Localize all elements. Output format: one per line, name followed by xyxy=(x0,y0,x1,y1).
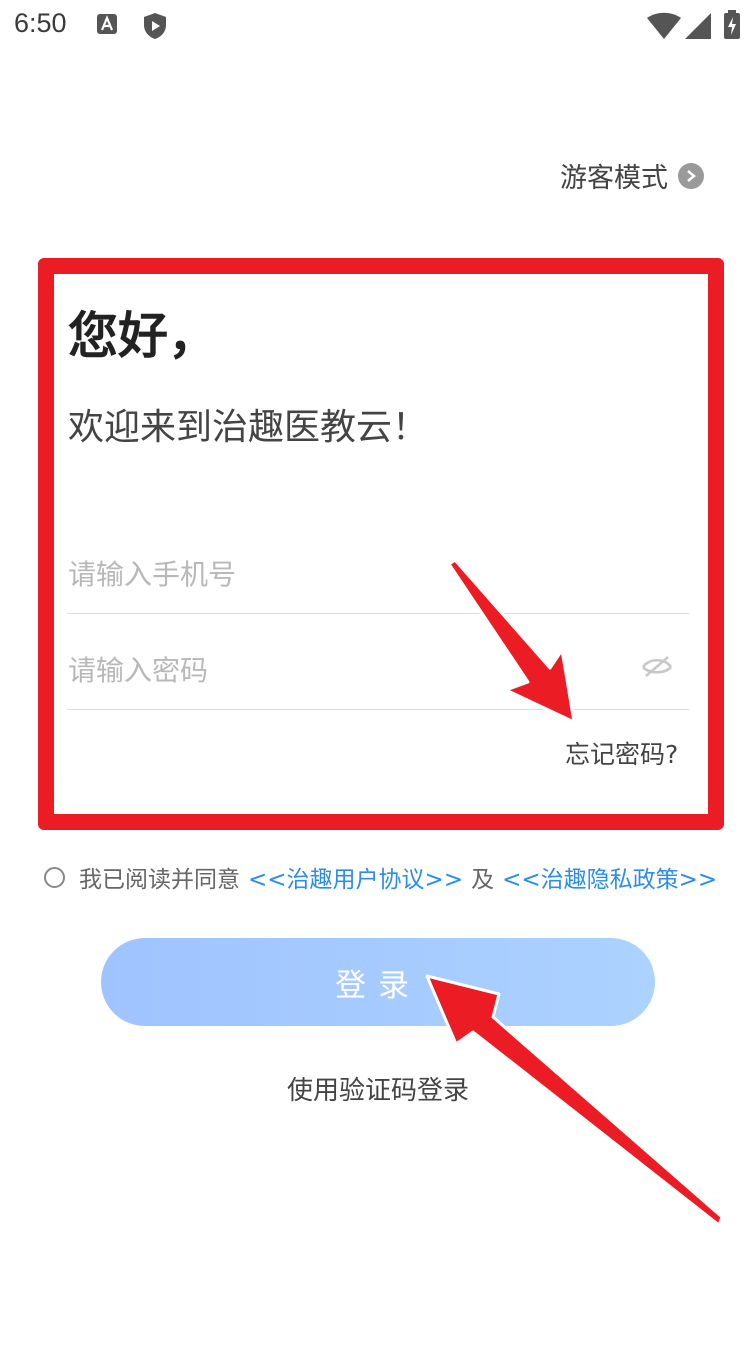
a-app-icon xyxy=(97,14,117,34)
guest-mode-label: 游客模式 xyxy=(560,163,668,194)
signal-icon xyxy=(685,13,711,39)
play-shield-icon xyxy=(144,13,166,39)
eye-off-icon[interactable] xyxy=(640,652,674,682)
user-agreement-link[interactable]: <<治趣用户协议>> xyxy=(248,860,463,894)
phone-input[interactable] xyxy=(68,552,628,596)
forgot-password-link[interactable]: 忘记密码? xyxy=(565,735,678,771)
password-divider xyxy=(67,709,689,710)
guest-mode-button[interactable]: 游客模式 xyxy=(560,156,704,195)
wifi-icon xyxy=(647,12,681,39)
battery-charging-icon xyxy=(724,10,740,39)
chevron-right-icon xyxy=(678,162,704,189)
agreement-checkbox[interactable] xyxy=(44,866,65,888)
agreement-row: 我已阅读并同意 <<治趣用户协议>> 及 <<治趣隐私政策>> xyxy=(44,860,717,894)
sms-login-link[interactable]: 使用验证码登录 xyxy=(0,1070,756,1107)
password-input[interactable] xyxy=(68,648,608,692)
agreement-text: 我已阅读并同意 xyxy=(79,867,240,893)
status-time: 6:50 xyxy=(14,8,67,38)
greeting-title: 您好， xyxy=(68,307,218,365)
welcome-text: 欢迎来到治趣医教云！ xyxy=(68,407,429,448)
phone-divider xyxy=(67,613,689,614)
privacy-policy-link[interactable]: <<治趣隐私政策>> xyxy=(502,860,717,894)
agreement-and: 及 xyxy=(471,867,495,893)
login-button[interactable]: 登录 xyxy=(101,938,655,1026)
